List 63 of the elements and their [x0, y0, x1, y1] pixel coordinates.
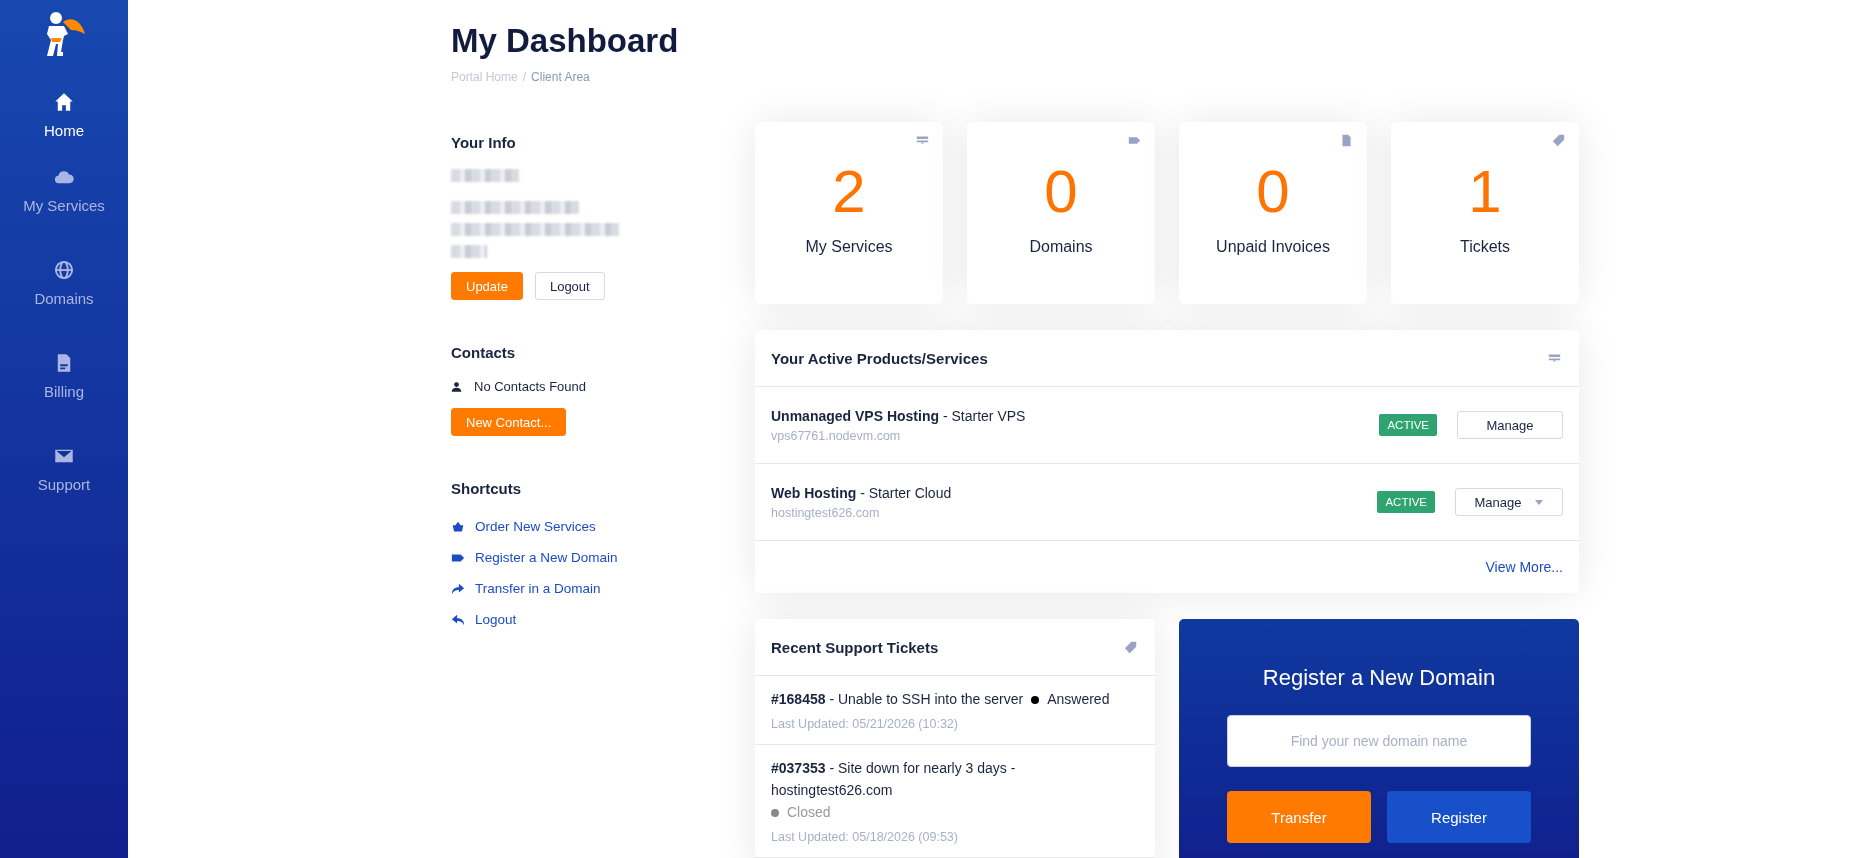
stat-label: Tickets — [1459, 238, 1511, 256]
ticket-status: Answered — [1031, 688, 1110, 710]
basket-icon — [451, 519, 465, 534]
share-arrow-icon — [451, 581, 465, 596]
product-domain: vps67761.nodevm.com — [771, 428, 902, 443]
ticket-updated: Last Updated: 05/18/2026 (09:53) — [771, 830, 958, 844]
ticket-icon — [1124, 640, 1137, 654]
ticket-updated: Last Updated: 05/21/2026 (10:32) — [771, 717, 958, 731]
shortcut-link[interactable]: Transfer in a Domain — [475, 581, 601, 596]
ticket-title[interactable]: #037353 - Site down for nearly 3 days - hostingtest626.com — [771, 757, 1131, 801]
product-domain: hostingtest626.com — [771, 505, 881, 520]
redacted-text — [451, 245, 487, 258]
breadcrumb-separator: / — [522, 70, 527, 84]
person-icon — [451, 380, 462, 393]
empty-message: No Contacts Found — [474, 379, 586, 394]
stat-label: My Services — [805, 238, 893, 256]
nav-item[interactable]: Domains — [0, 250, 128, 343]
ticket-status: Closed — [771, 801, 831, 823]
document-icon — [1340, 134, 1353, 147]
page-title: My Dashboard — [451, 22, 680, 60]
panel-title: Recent Support Tickets — [771, 638, 939, 656]
panel-title: Register a New Domain — [1262, 665, 1496, 691]
logout-button[interactable]: Logout — [534, 272, 605, 300]
ticket-icon — [1552, 134, 1565, 147]
shortcut-link[interactable]: Register a New Domain — [475, 550, 618, 565]
ticket-title[interactable]: #168458 - Unable to SSH into the server — [771, 688, 1024, 710]
stat-count: 0 — [1044, 162, 1078, 222]
shortcut-link[interactable]: Logout — [475, 612, 517, 627]
stat-card[interactable]: 1 Tickets — [1391, 122, 1579, 304]
section-heading: Your Info — [451, 134, 517, 151]
section-heading: Shortcuts — [451, 480, 522, 497]
nav-item[interactable]: Support — [0, 436, 128, 529]
stat-count: 1 — [1468, 162, 1502, 222]
server-icon — [916, 134, 929, 147]
panel-title: Your Active Products/Services — [771, 349, 988, 367]
stat-count: 0 — [1256, 162, 1290, 222]
shortcut-link[interactable]: Order New Services — [475, 519, 596, 534]
globe-icon — [54, 260, 74, 280]
stat-count: 2 — [832, 162, 866, 222]
nav-item[interactable]: My Services — [0, 157, 128, 250]
product-name: Unmanaged VPS Hosting - Starter VPS — [771, 407, 1027, 424]
caret-icon — [1535, 499, 1544, 505]
tag-icon — [1128, 134, 1141, 147]
stat-label: Domains — [1029, 238, 1093, 256]
stat-card[interactable]: 0 Domains — [967, 122, 1155, 304]
manage-button[interactable]: Manage — [1457, 411, 1563, 439]
stat-label: Unpaid Invoices — [1216, 238, 1330, 256]
manage-button[interactable]: Manage — [1455, 488, 1563, 516]
nav-item[interactable]: Billing — [0, 343, 128, 436]
reply-arrow-icon — [451, 612, 465, 627]
product-name: Web Hosting - Starter Cloud — [771, 484, 953, 501]
domain-search-field[interactable]: Find your new domain name — [1227, 715, 1531, 767]
stat-card[interactable]: 2 My Services — [755, 122, 943, 304]
server-icon — [1548, 351, 1561, 365]
nav-item[interactable]: Home — [0, 64, 128, 157]
register-button[interactable]: Register — [1387, 791, 1531, 843]
status-badge: ACTIVE — [1379, 414, 1437, 436]
status-badge: ACTIVE — [1377, 491, 1435, 513]
view-more-link[interactable]: View More... — [1485, 559, 1563, 575]
stat-card[interactable]: 0 Unpaid Invoices — [1179, 122, 1367, 304]
section-heading: Contacts — [451, 344, 517, 361]
redacted-text — [451, 169, 519, 182]
home-icon — [54, 92, 74, 112]
